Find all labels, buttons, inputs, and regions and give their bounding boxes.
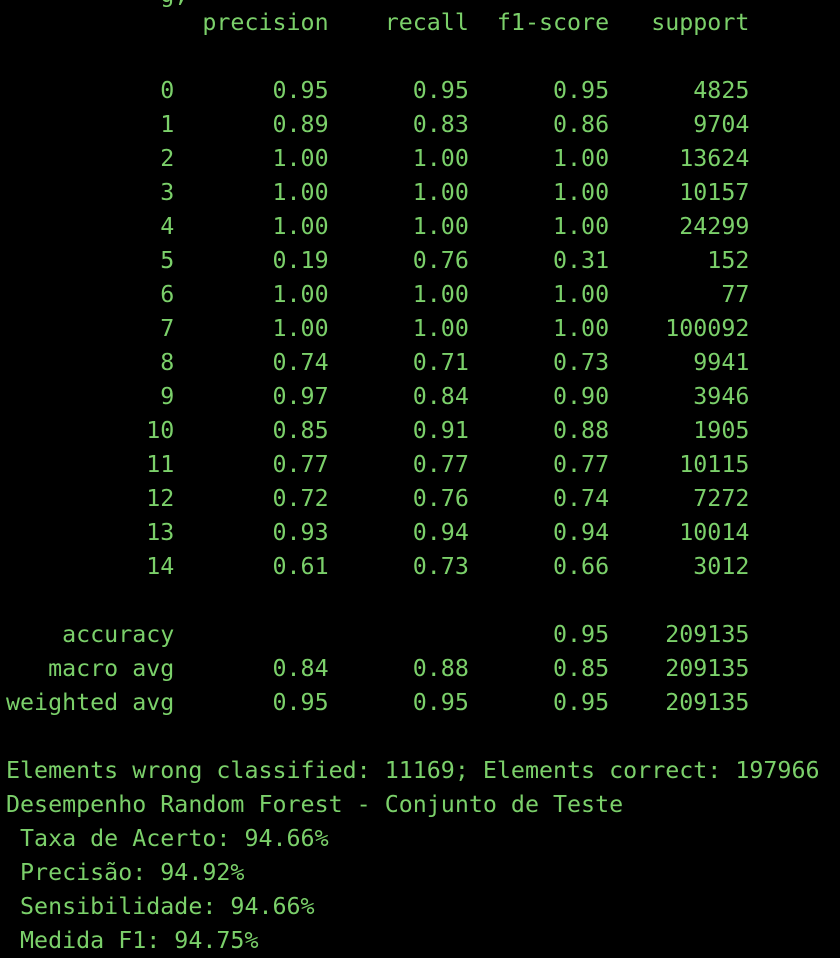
report-row-2: 2 1.00 1.00 1.00 13624 (6, 145, 750, 172)
terminal-window[interactable]: g, precision recall f1-score support 0 0… (0, 0, 840, 958)
report-row-9: 9 0.97 0.84 0.90 3946 (6, 383, 750, 410)
output-f1-measure: Medida F1: 94.75% (6, 927, 259, 954)
report-row-3: 3 1.00 1.00 1.00 10157 (6, 179, 750, 206)
output-elements-count: Elements wrong classified: 11169; Elemen… (6, 757, 820, 784)
output-sensitivity: Sensibilidade: 94.66% (6, 893, 315, 920)
output-hit-rate: Taxa de Acerto: 94.66% (6, 825, 329, 852)
report-row-13: 13 0.93 0.94 0.94 10014 (6, 519, 750, 546)
report-row-10: 10 0.85 0.91 0.88 1905 (6, 417, 750, 444)
report-row-0: 0 0.95 0.95 0.95 4825 (6, 77, 750, 104)
report-header: precision recall f1-score support (6, 9, 750, 36)
output-performance-title: Desempenho Random Forest - Conjunto de T… (6, 791, 624, 818)
report-macro-avg: macro avg 0.84 0.88 0.85 209135 (6, 655, 750, 682)
report-row-5: 5 0.19 0.76 0.31 152 (6, 247, 750, 274)
report-row-1: 1 0.89 0.83 0.86 9704 (6, 111, 750, 138)
report-accuracy: accuracy 0.95 209135 (6, 621, 750, 648)
report-row-4: 4 1.00 1.00 1.00 24299 (6, 213, 750, 240)
report-weighted-avg: weighted avg 0.95 0.95 0.95 209135 (6, 689, 750, 716)
report-row-8: 8 0.74 0.71 0.73 9941 (6, 349, 750, 376)
report-row-7: 7 1.00 1.00 1.00 100092 (6, 315, 750, 342)
report-row-12: 12 0.72 0.76 0.74 7272 (6, 485, 750, 512)
output-precision: Precisão: 94.92% (6, 859, 245, 886)
report-row-11: 11 0.77 0.77 0.77 10115 (6, 451, 750, 478)
report-row-6: 6 1.00 1.00 1.00 77 (6, 281, 750, 308)
report-row-14: 14 0.61 0.73 0.66 3012 (6, 553, 750, 580)
